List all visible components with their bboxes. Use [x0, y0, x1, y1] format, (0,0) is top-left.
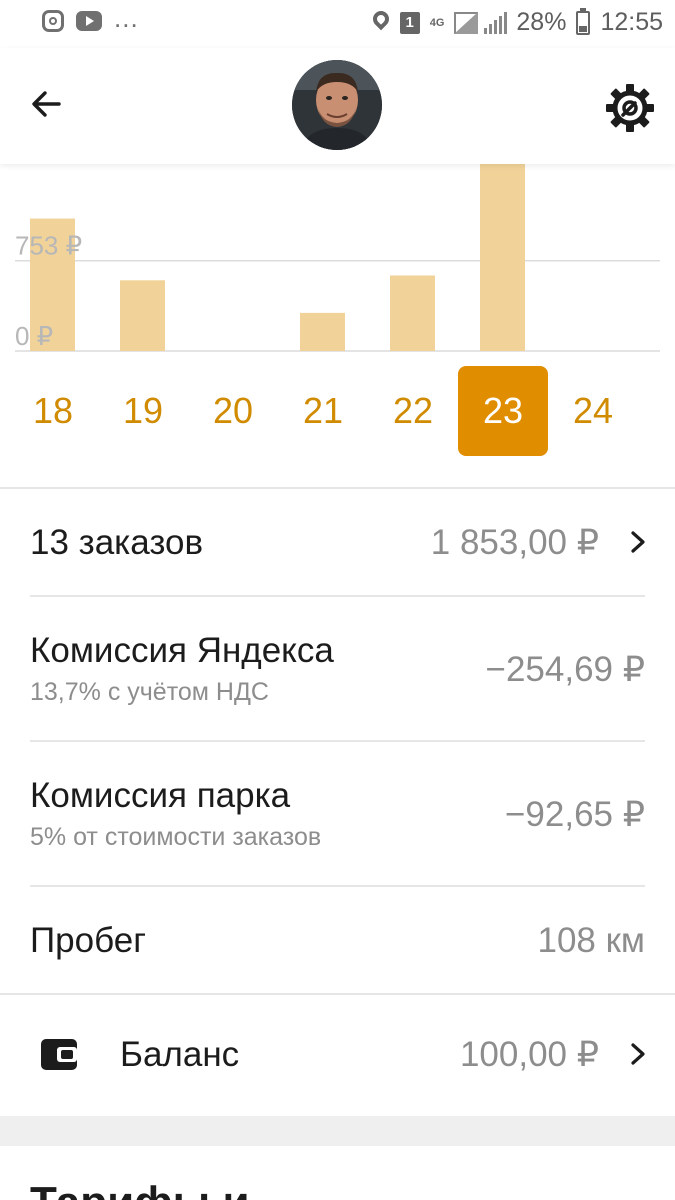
gear-icon — [606, 84, 654, 132]
chevron-right-icon — [631, 531, 645, 553]
avatar-photo — [292, 60, 382, 150]
balance-row[interactable]: Баланс 100,00 ₽ — [0, 995, 675, 1116]
top-app-bar — [0, 48, 675, 164]
chart-bar[interactable] — [480, 164, 525, 351]
y-tick-label: 753 ₽ — [15, 231, 82, 261]
y-tick-label: 0 ₽ — [15, 321, 53, 351]
notification-icons: ... — [42, 3, 139, 33]
wallet-icon — [41, 1039, 77, 1070]
chart-bar[interactable] — [120, 280, 165, 351]
orders-amount: 1 853,00 ₽ — [430, 523, 599, 562]
balance-amount: 100,00 ₽ — [459, 1035, 599, 1074]
park-commission-row: Комиссия парка 5% от стоимости заказов −… — [0, 742, 675, 885]
yandex-commission-note: 13,7% с учётом НДС — [30, 678, 269, 706]
avatar[interactable] — [292, 60, 382, 150]
yandex-commission-label: Комиссия Яндекса — [30, 631, 334, 670]
youtube-icon — [76, 11, 102, 31]
day-tab[interactable]: 22 — [368, 366, 458, 456]
arrow-left-icon — [32, 91, 61, 117]
mileage-label: Пробег — [30, 921, 146, 960]
battery-icon — [576, 7, 591, 35]
status-bar: ... 1 4G 28% 12:55 — [0, 0, 675, 48]
balance-label: Баланс — [120, 1035, 240, 1074]
day-tab[interactable]: 24 — [548, 366, 638, 456]
next-section: Тарифы и ... — [0, 1146, 675, 1200]
orders-label: 13 заказов — [30, 523, 204, 562]
park-commission-label: Комиссия парка — [30, 776, 291, 815]
network-type-label: 4G — [429, 16, 445, 29]
chevron-right-icon — [631, 1043, 645, 1065]
day-tab[interactable]: 18 — [8, 366, 98, 456]
signal-icon — [454, 11, 508, 34]
park-commission-amount: −92,65 ₽ — [504, 795, 645, 834]
next-section-title: Тарифы и ... — [30, 1178, 298, 1200]
chart-bar[interactable] — [300, 312, 345, 351]
clock: 12:55 — [600, 8, 663, 36]
yandex-commission-row: Комиссия Яндекса 13,7% с учётом НДС −254… — [0, 597, 675, 740]
mileage-row: Пробег 108 км — [0, 887, 675, 993]
orders-row[interactable]: 13 заказов 1 853,00 ₽ — [0, 489, 675, 595]
more-notifications-icon: ... — [114, 3, 139, 33]
instagram-icon — [42, 10, 64, 32]
section-separator — [0, 1116, 675, 1146]
chart-bar[interactable] — [390, 275, 435, 351]
yandex-commission-amount: −254,69 ₽ — [485, 650, 645, 689]
day-tab[interactable]: 19 — [98, 366, 188, 456]
day-tab[interactable]: 21 — [278, 366, 368, 456]
park-commission-note: 5% от стоимости заказов — [30, 823, 322, 851]
mileage-value: 108 км — [537, 921, 646, 960]
settings-button[interactable] — [604, 82, 656, 134]
day-tab[interactable]: 20 — [188, 366, 278, 456]
location-icon — [372, 11, 390, 35]
sim-icon: 1 — [399, 11, 420, 34]
earnings-chart-plot: 753 ₽ 0 ₽ — [15, 164, 660, 352]
back-button[interactable] — [22, 80, 70, 128]
day-tab-selected[interactable]: 23 — [458, 366, 548, 456]
system-icons: 1 4G 28% 12:55 — [372, 7, 663, 37]
battery-percent: 28% — [516, 8, 567, 36]
